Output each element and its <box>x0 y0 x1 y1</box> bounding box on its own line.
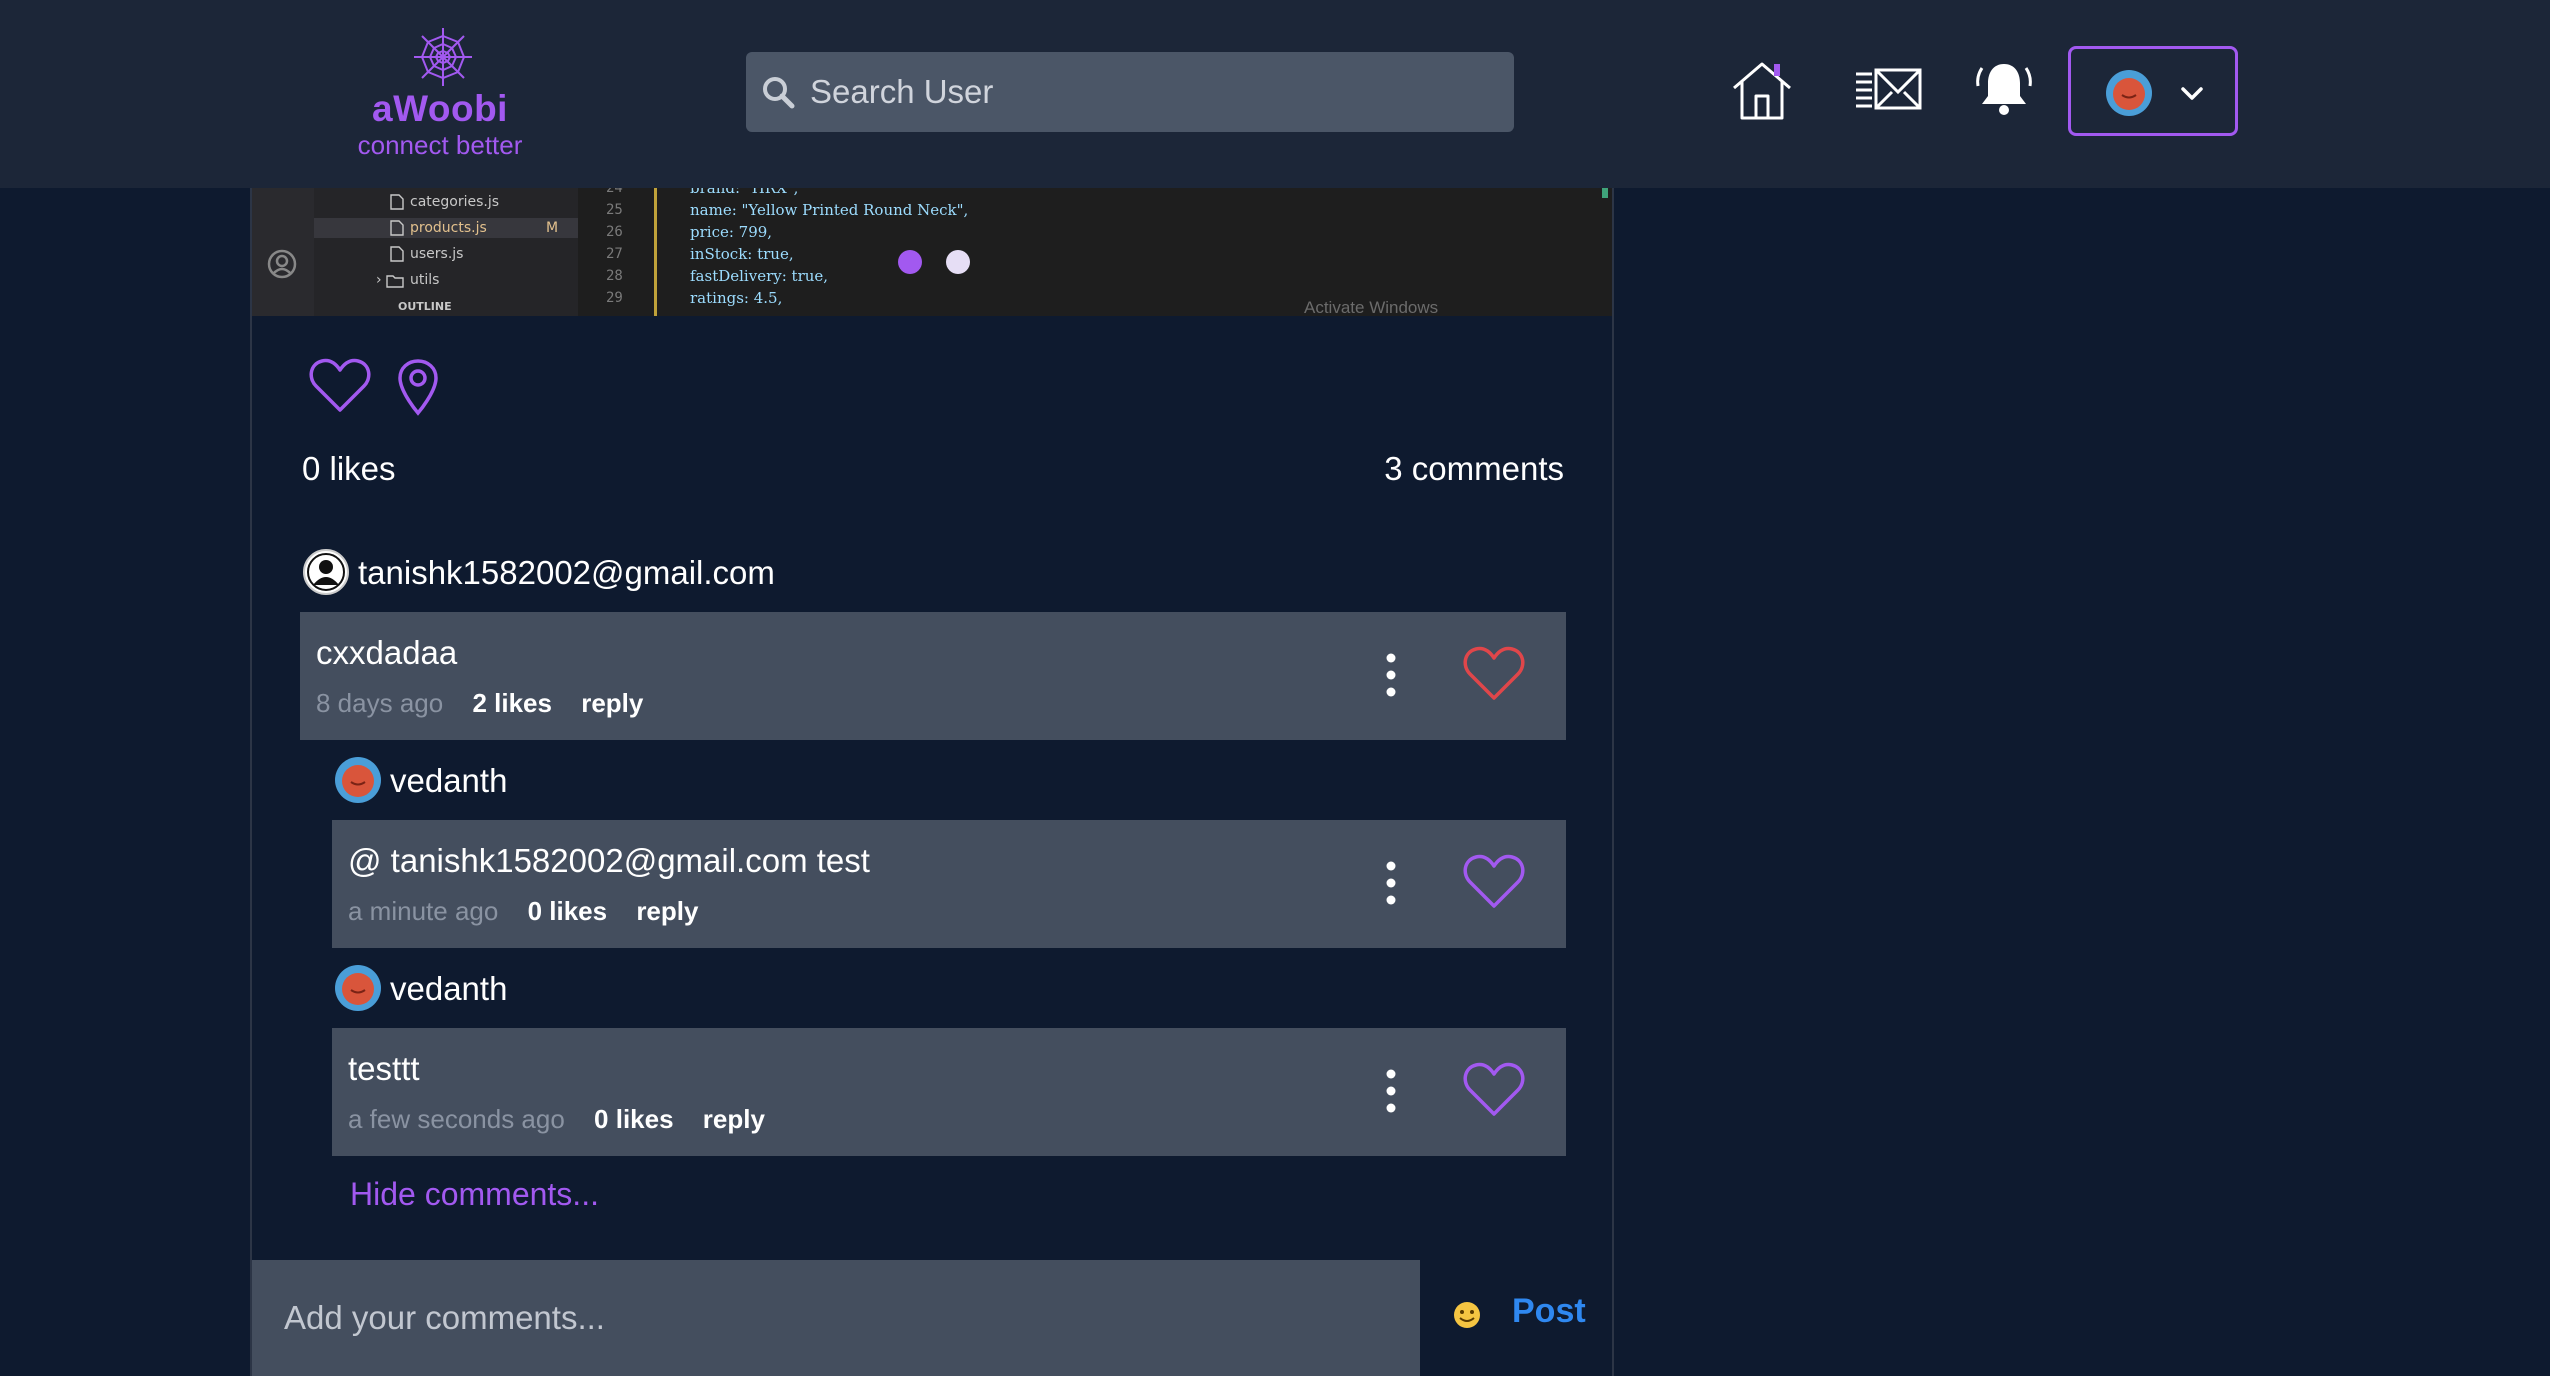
file-icon <box>390 220 404 236</box>
home-icon[interactable] <box>1730 58 1794 122</box>
search-bar <box>746 52 1514 132</box>
scroll-marker <box>1602 188 1608 198</box>
comment-text: cxxdadaa <box>316 634 458 671</box>
comment-time: 8 days ago <box>316 688 444 718</box>
comment-meta: a few seconds ago 0 likes reply <box>348 1104 765 1135</box>
reply-button[interactable]: reply <box>703 1104 765 1134</box>
emoji-picker-button[interactable] <box>1452 1300 1482 1330</box>
profile-menu-button[interactable] <box>2068 46 2238 136</box>
location-pin-icon[interactable] <box>396 358 440 416</box>
more-options-icon[interactable] <box>1384 652 1398 698</box>
image-file-tree: categories.js products.js M users.js › u… <box>314 188 578 316</box>
avatar <box>2106 70 2152 116</box>
image-code-editor: brand: "HRX", name: "Yellow Printed Roun… <box>664 188 1612 316</box>
file-tree-item: products.js <box>410 220 487 236</box>
post-image[interactable]: categories.js products.js M users.js › u… <box>252 188 1612 316</box>
carousel-dot[interactable] <box>946 250 970 274</box>
post-comments-count[interactable]: 3 comments <box>1384 450 1564 488</box>
comment-meta: 8 days ago 2 likes reply <box>316 688 643 719</box>
line-number: 27 <box>606 246 623 262</box>
post-comment-button[interactable]: Post <box>1512 1292 1586 1331</box>
image-activity-bar <box>252 188 314 316</box>
file-icon <box>390 246 404 262</box>
search-icon <box>763 77 795 109</box>
avatar[interactable] <box>334 964 382 1012</box>
reply-button[interactable]: reply <box>636 896 698 926</box>
brand-name: aWoobi <box>372 88 508 129</box>
more-options-icon[interactable] <box>1384 860 1398 906</box>
comment-author-name[interactable]: vedanth <box>390 762 507 800</box>
add-comment-bar <box>252 1260 1420 1376</box>
post-likes-count[interactable]: 0 likes <box>302 450 396 488</box>
brand-tagline: connect better <box>357 130 523 160</box>
like-heart-icon[interactable] <box>308 356 372 416</box>
spider-web-icon <box>414 28 472 86</box>
line-number: 29 <box>606 290 623 306</box>
avatar[interactable] <box>302 548 350 596</box>
code-line: fastDelivery: true, <box>690 267 829 285</box>
file-tree-item: users.js <box>410 246 464 262</box>
comment-text: testtt <box>348 1050 420 1087</box>
comment-meta: a minute ago 0 likes reply <box>348 896 698 927</box>
line-number: 26 <box>606 224 623 240</box>
comment-reply-item: @ tanishk1582002@gmail.com test a minute… <box>332 820 1566 948</box>
windows-watermark: Activate Windows <box>1304 298 1439 316</box>
code-line: inStock: true, <box>690 245 794 263</box>
line-number: 24 <box>606 188 623 196</box>
comment-author-name[interactable]: tanishk1582002@gmail.com <box>358 554 775 592</box>
indent-guide <box>654 188 657 316</box>
code-line: ratings: 4.5, <box>690 289 783 307</box>
more-options-icon[interactable] <box>1384 1068 1398 1114</box>
comment-reply-item: testtt a few seconds ago 0 likes reply <box>332 1028 1566 1156</box>
file-tree-item: categories.js <box>410 194 500 210</box>
carousel-dot-active[interactable] <box>898 250 922 274</box>
folder-icon <box>386 275 404 288</box>
image-line-gutter: 24 25 26 27 28 29 <box>578 188 664 316</box>
comment-time: a minute ago <box>348 896 499 926</box>
hide-comments-link[interactable]: Hide comments... <box>350 1176 599 1213</box>
code-line: name: "Yellow Printed Round Neck", <box>690 201 969 219</box>
reply-button[interactable]: reply <box>581 688 643 718</box>
add-comment-input[interactable] <box>284 1260 1404 1376</box>
avatar[interactable] <box>334 756 382 804</box>
smiley-icon <box>1454 1302 1480 1328</box>
search-input[interactable] <box>810 52 1500 132</box>
file-tree-item: utils <box>410 272 440 288</box>
bell-icon[interactable] <box>1974 58 2034 118</box>
brand-logo[interactable]: aWoobi connect better <box>340 26 540 166</box>
chevron-down-icon <box>2181 87 2203 100</box>
comment-item: cxxdadaa 8 days ago 2 likes reply <box>300 612 1566 740</box>
comment-text: @ tanishk1582002@gmail.com test <box>348 842 870 879</box>
outline-section: OUTLINE <box>398 300 452 313</box>
post-card: categories.js products.js M users.js › u… <box>250 188 1614 1376</box>
comment-like-heart-icon[interactable] <box>1462 1060 1526 1120</box>
line-number: 28 <box>606 268 623 284</box>
comment-likes-count[interactable]: 0 likes <box>594 1104 674 1134</box>
file-icon <box>390 194 404 210</box>
comment-time: a few seconds ago <box>348 1104 565 1134</box>
account-icon <box>267 249 297 279</box>
code-line: price: 799, <box>690 223 773 241</box>
line-number: 25 <box>606 202 623 218</box>
comment-like-heart-icon[interactable] <box>1462 852 1526 912</box>
top-navbar: aWoobi connect better <box>0 0 2550 188</box>
chevron-right-icon: › <box>376 272 382 288</box>
comment-author-name[interactable]: vedanth <box>390 970 507 1008</box>
mail-icon[interactable] <box>1854 64 1924 116</box>
code-line: brand: "HRX", <box>690 188 799 197</box>
modified-badge: M <box>546 220 559 236</box>
comment-like-heart-icon[interactable] <box>1462 644 1526 704</box>
comment-likes-count[interactable]: 2 likes <box>472 688 552 718</box>
comment-likes-count[interactable]: 0 likes <box>528 896 608 926</box>
